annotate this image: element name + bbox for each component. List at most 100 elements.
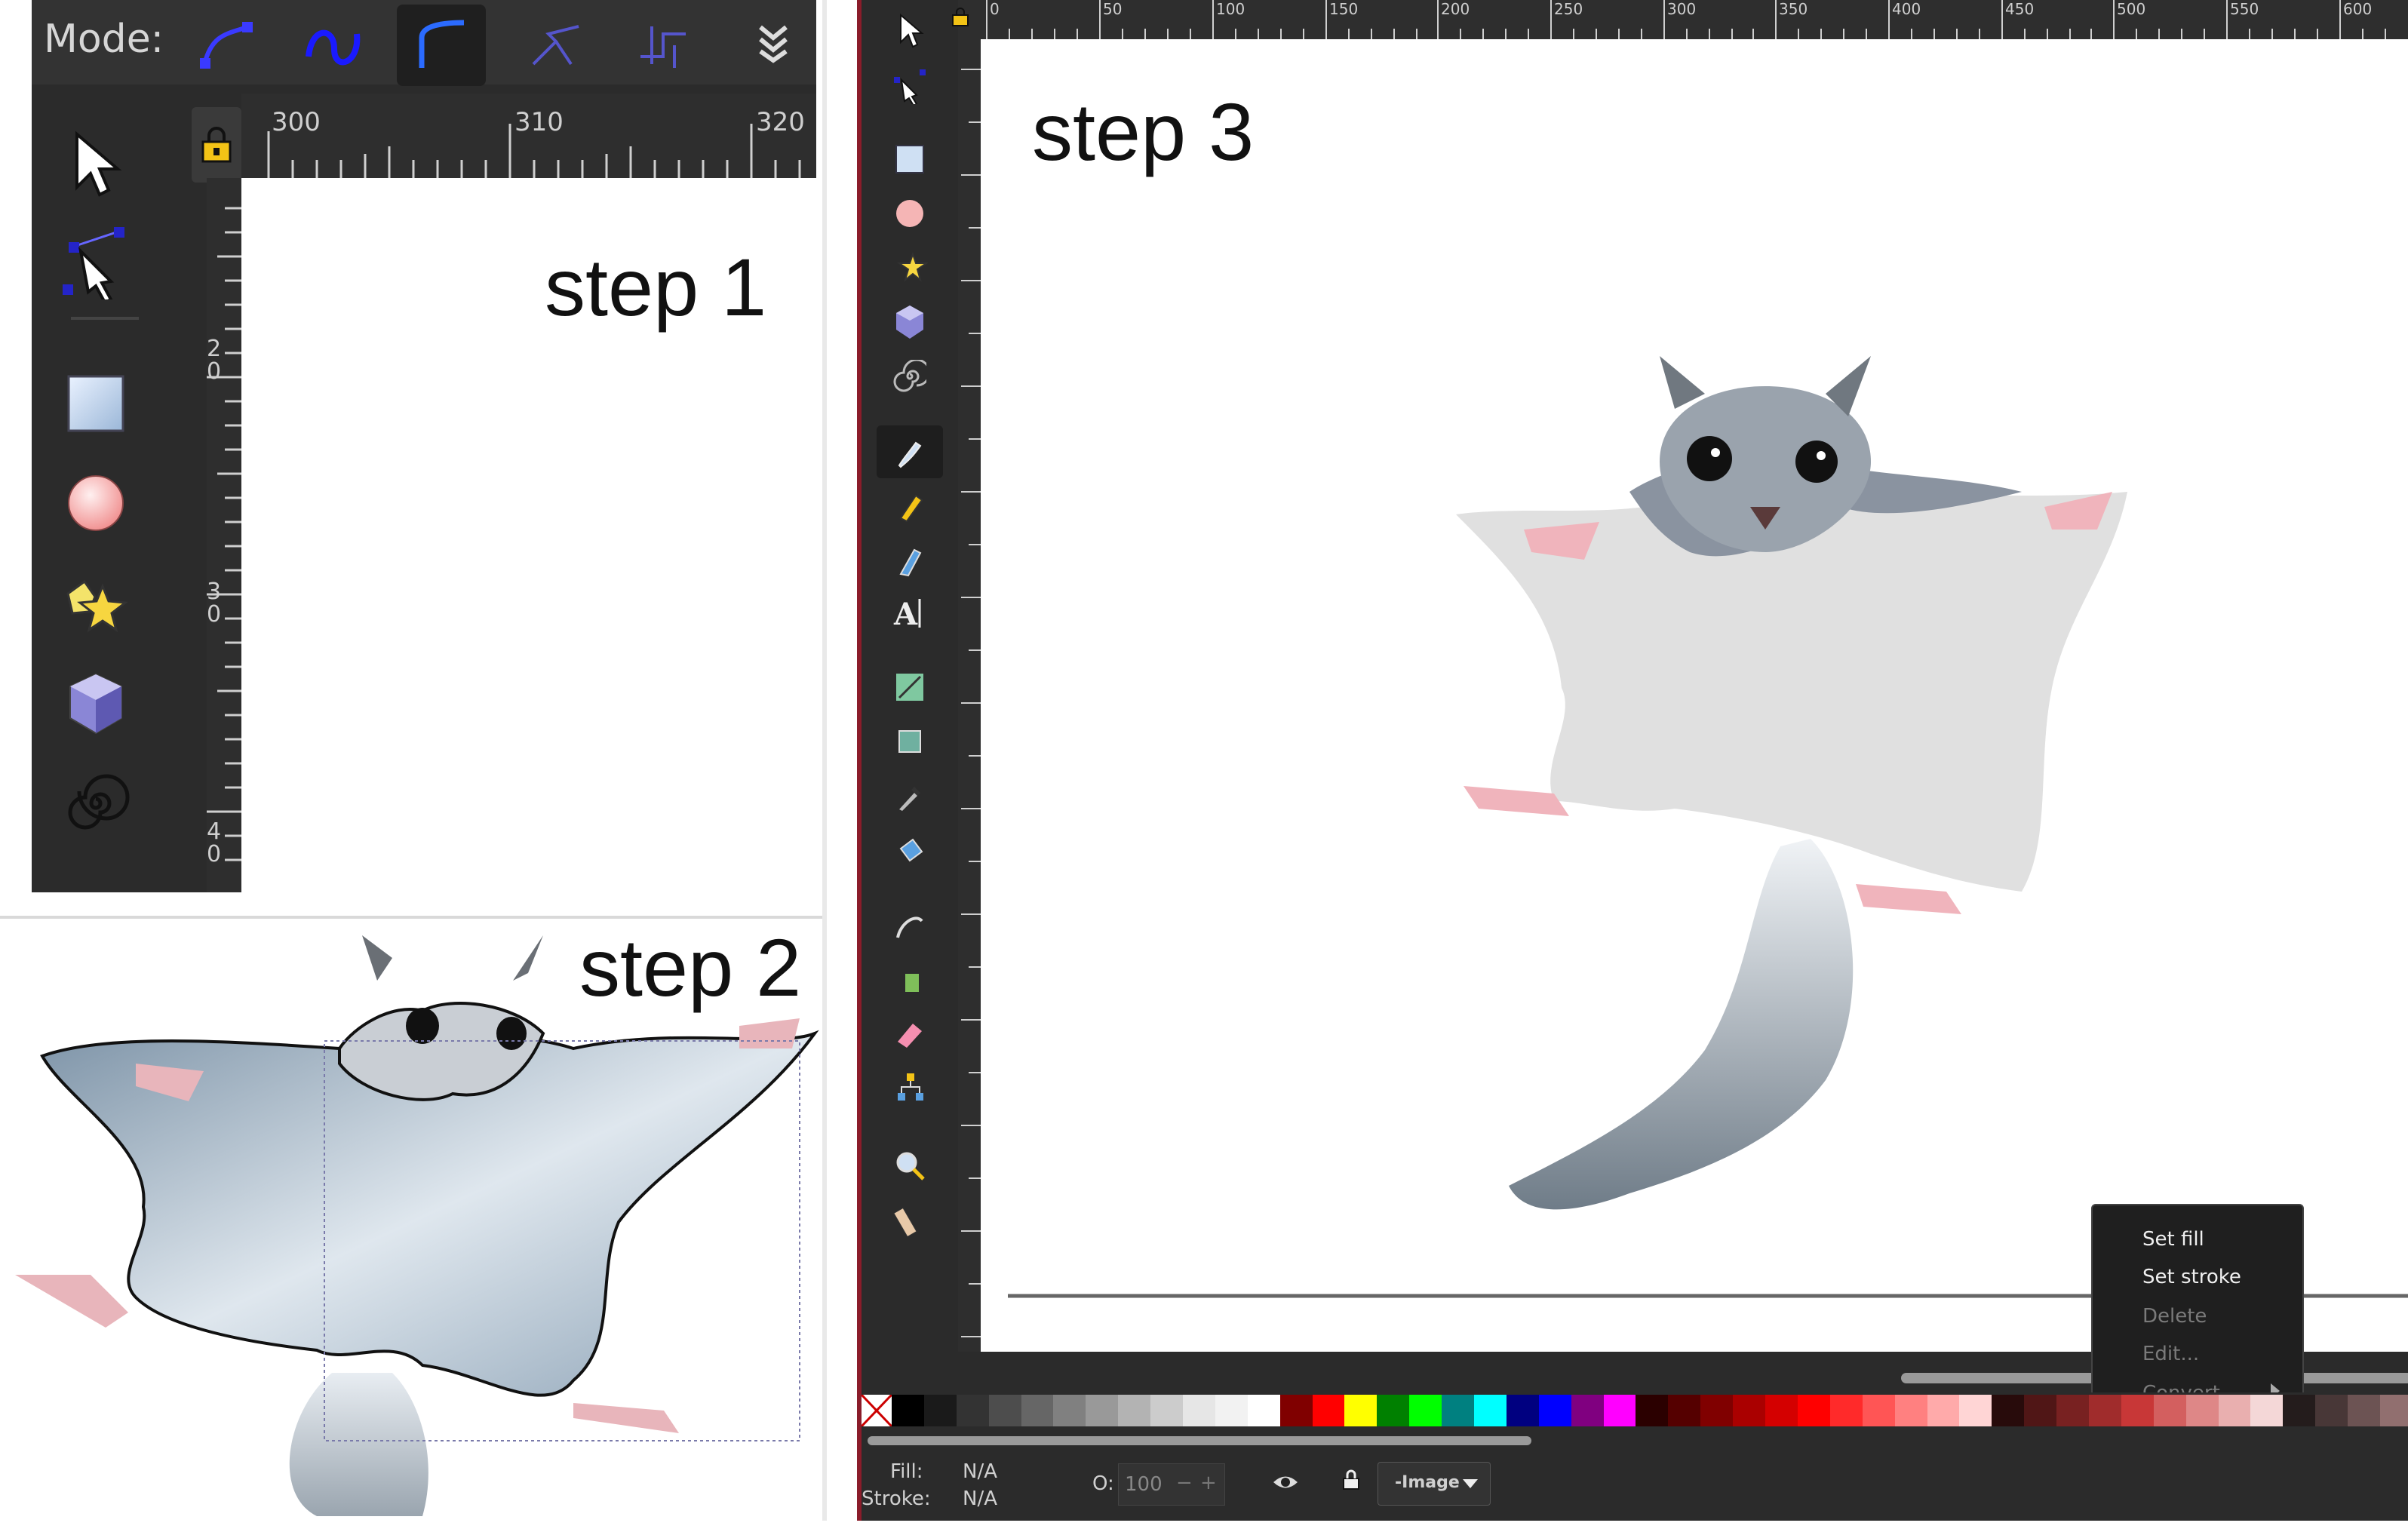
menu-item-delete[interactable]: Delete: [2142, 1305, 2207, 1328]
color-swatch[interactable]: [1021, 1395, 1054, 1426]
color-swatch[interactable]: [1927, 1395, 1960, 1426]
horizontal-ruler[interactable]: 0 50 100 150 200 250 300 350 400 450 500…: [972, 0, 2408, 39]
3dbox-tool[interactable]: [54, 662, 137, 745]
3dbox-tool[interactable]: [877, 296, 943, 348]
ellipse-tool[interactable]: [54, 462, 137, 545]
color-swatch[interactable]: [988, 1395, 1021, 1426]
node-tool[interactable]: [877, 59, 943, 112]
rect-tool[interactable]: [54, 362, 137, 445]
color-swatch[interactable]: [1279, 1395, 1313, 1426]
mode-bspline-button[interactable]: [397, 5, 486, 86]
palette-scrollbar[interactable]: [868, 1436, 1531, 1445]
mode-paraxial-button[interactable]: [619, 5, 708, 86]
connector-tool[interactable]: [877, 1061, 943, 1113]
guide-lock-button[interactable]: [192, 107, 241, 183]
mode-spiro-button[interactable]: [290, 5, 379, 86]
color-swatch[interactable]: [1183, 1395, 1215, 1426]
rect-tool[interactable]: [877, 133, 943, 186]
color-swatch[interactable]: [1377, 1395, 1410, 1426]
overflow-chevron-icon[interactable]: [754, 18, 792, 67]
vertical-ruler[interactable]: [958, 39, 981, 1352]
color-swatch[interactable]: [1959, 1395, 1992, 1426]
color-swatch[interactable]: [1829, 1395, 1863, 1426]
color-swatch[interactable]: [2379, 1395, 2408, 1426]
color-swatch[interactable]: [1506, 1395, 1539, 1426]
spiral-tool[interactable]: [54, 762, 137, 845]
spiral-tool[interactable]: [877, 350, 943, 403]
color-swatch[interactable]: [1765, 1395, 1798, 1426]
opacity-value[interactable]: 100: [1125, 1473, 1163, 1496]
no-paint-swatch[interactable]: [862, 1393, 893, 1428]
color-swatch[interactable]: [1636, 1395, 1669, 1426]
color-swatch[interactable]: [1474, 1395, 1507, 1426]
vertical-ruler[interactable]: 2 0 3 0 4 0: [207, 178, 241, 892]
drawing-canvas[interactable]: step 3: [981, 39, 2408, 1352]
selector-tool[interactable]: [54, 122, 137, 205]
pen-tool[interactable]: [877, 425, 943, 478]
color-swatch[interactable]: [2348, 1395, 2380, 1426]
color-swatch[interactable]: [923, 1395, 957, 1426]
layer-dropdown[interactable]: -Image: [1378, 1462, 1491, 1506]
color-swatch[interactable]: [1603, 1395, 1636, 1426]
color-swatch[interactable]: [2250, 1395, 2284, 1426]
color-swatch[interactable]: [1312, 1395, 1345, 1426]
color-swatch[interactable]: [2121, 1395, 2154, 1426]
decrement-icon[interactable]: −: [1176, 1472, 1193, 1494]
star-tool[interactable]: [54, 561, 137, 644]
menu-item-edit[interactable]: Edit...: [2142, 1343, 2199, 1365]
selector-tool[interactable]: [877, 5, 943, 57]
mesh-tool[interactable]: [877, 715, 943, 768]
color-swatch[interactable]: [1215, 1395, 1248, 1426]
color-swatch[interactable]: [1118, 1395, 1151, 1426]
color-swatch[interactable]: [1053, 1395, 1086, 1426]
menu-item-set-stroke[interactable]: Set stroke: [2142, 1266, 2241, 1288]
spray-tool[interactable]: [877, 952, 943, 1005]
color-swatch[interactable]: [1538, 1395, 1571, 1426]
color-swatch[interactable]: [1733, 1395, 1766, 1426]
pencil-tool[interactable]: [877, 480, 943, 533]
opacity-spinbox[interactable]: 100 − +: [1118, 1463, 1225, 1506]
ellipse-tool[interactable]: [877, 187, 943, 240]
color-swatch[interactable]: [1862, 1395, 1895, 1426]
tweak-tool[interactable]: [877, 898, 943, 950]
color-swatch[interactable]: [1992, 1395, 2025, 1426]
text-tool[interactable]: A: [877, 587, 943, 640]
zoom-tool[interactable]: [877, 1139, 943, 1192]
menu-item-set-fill[interactable]: Set fill: [2142, 1228, 2204, 1251]
increment-icon[interactable]: +: [1200, 1472, 1217, 1494]
mode-regular-bezier-button[interactable]: [183, 5, 272, 86]
color-swatch[interactable]: [2024, 1395, 2057, 1426]
visibility-eye-icon[interactable]: [1272, 1471, 1299, 1497]
color-swatch[interactable]: [1700, 1395, 1734, 1426]
color-swatch[interactable]: [1344, 1395, 1378, 1426]
color-swatch[interactable]: [1247, 1395, 1280, 1426]
measure-tool[interactable]: [877, 1193, 943, 1246]
paint-bucket-tool[interactable]: [877, 824, 943, 877]
color-swatch[interactable]: [2056, 1395, 2089, 1426]
color-swatch[interactable]: [2218, 1395, 2251, 1426]
stroke-value[interactable]: N/A: [963, 1487, 997, 1510]
color-swatch[interactable]: [1894, 1395, 1927, 1426]
calligraphy-tool[interactable]: [877, 534, 943, 587]
color-swatch[interactable]: [2153, 1395, 2186, 1426]
gradient-tool[interactable]: [877, 661, 943, 714]
guide-lock-button[interactable]: [951, 6, 970, 32]
color-swatch[interactable]: [2088, 1395, 2121, 1426]
color-swatch[interactable]: [1797, 1395, 1830, 1426]
color-swatch[interactable]: [1571, 1395, 1604, 1426]
color-swatch[interactable]: [1150, 1395, 1184, 1426]
color-swatch[interactable]: [1409, 1395, 1442, 1426]
color-swatch[interactable]: [956, 1395, 989, 1426]
horizontal-ruler[interactable]: 300 310 320: [241, 94, 816, 178]
color-swatch[interactable]: [2185, 1395, 2219, 1426]
color-swatch[interactable]: [892, 1395, 924, 1426]
color-swatch[interactable]: [2315, 1395, 2348, 1426]
star-tool[interactable]: [877, 241, 943, 294]
color-swatch[interactable]: [1086, 1395, 1119, 1426]
color-swatch[interactable]: [2283, 1395, 2316, 1426]
eraser-tool[interactable]: [877, 1006, 943, 1059]
node-tool[interactable]: [54, 220, 137, 303]
color-swatch[interactable]: [1668, 1395, 1701, 1426]
fill-value[interactable]: N/A: [963, 1460, 997, 1483]
layer-lock-icon[interactable]: [1341, 1468, 1361, 1496]
